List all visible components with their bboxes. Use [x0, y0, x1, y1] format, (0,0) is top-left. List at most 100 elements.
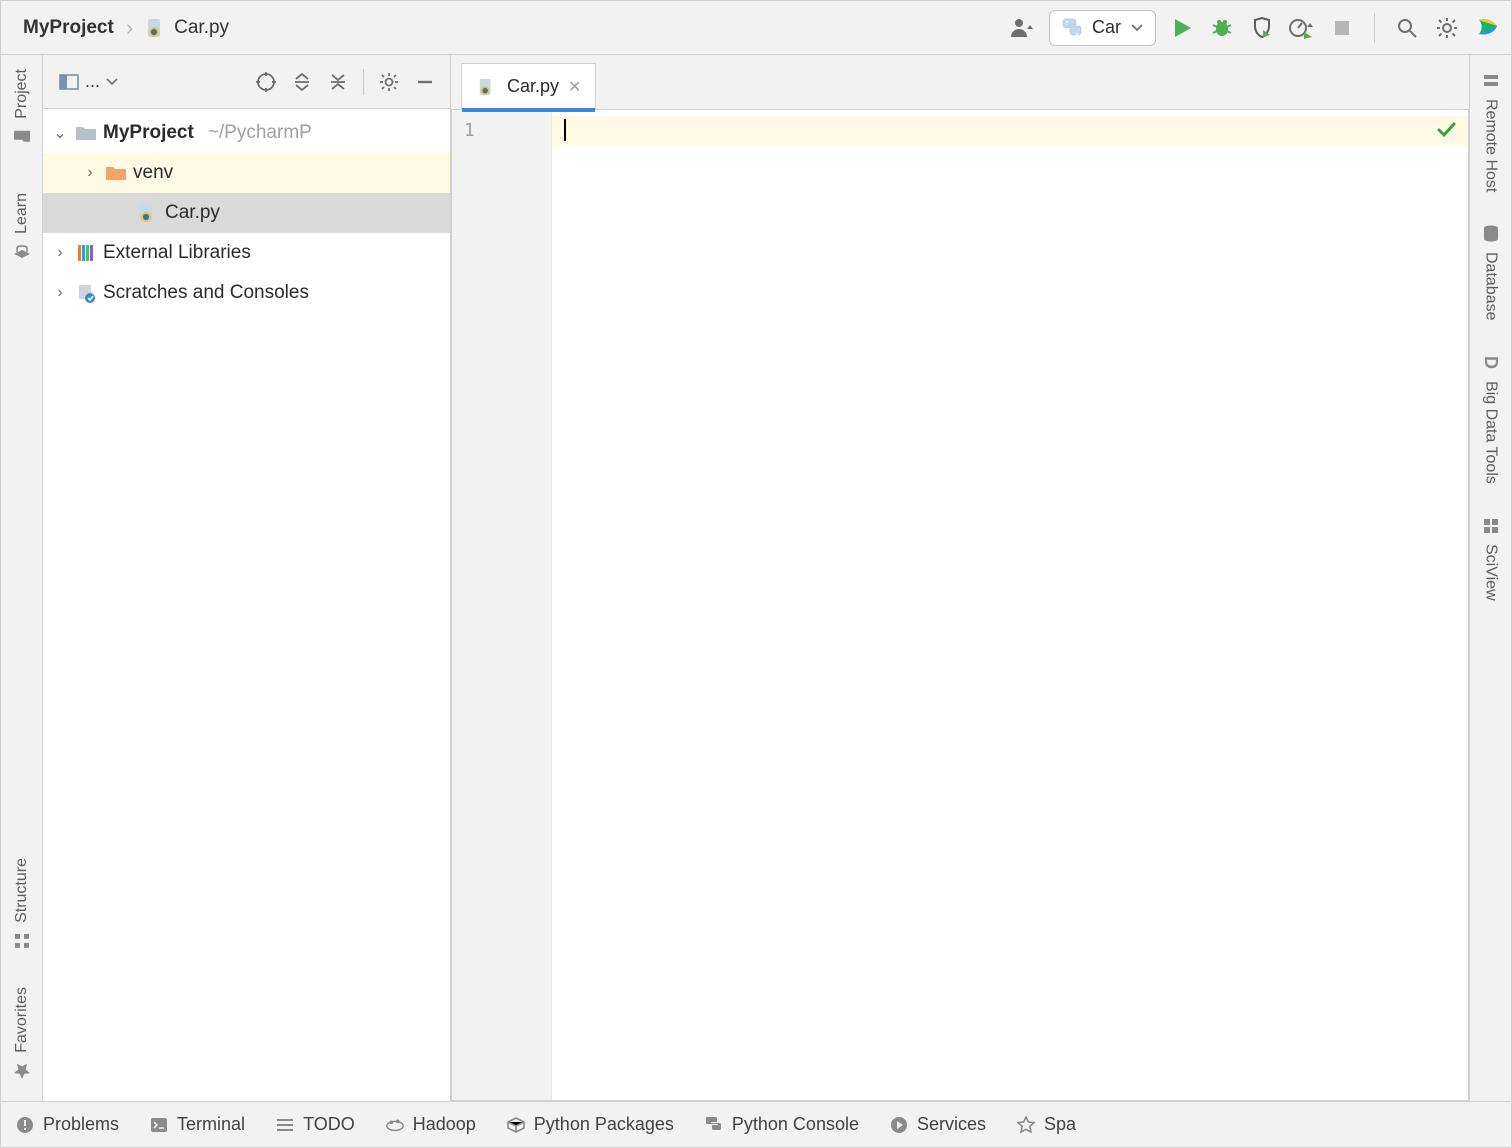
folder-icon: [75, 122, 97, 144]
status-spark-label: Spa: [1044, 1114, 1076, 1135]
project-pane: ... ⌄: [43, 55, 451, 1101]
editor-current-line[interactable]: [552, 116, 1468, 146]
tree-venv-label: venv: [133, 162, 173, 184]
profile-button[interactable]: [1288, 14, 1316, 42]
tab-favorites-label: Favorites: [13, 987, 31, 1053]
tree-scratches[interactable]: › Scratches and Consoles: [43, 273, 450, 313]
status-terminal[interactable]: Terminal: [149, 1114, 245, 1135]
terminal-icon: [149, 1115, 169, 1135]
search-everywhere-button[interactable]: [1393, 14, 1421, 42]
status-problems-label: Problems: [43, 1114, 119, 1135]
collapse-all-button[interactable]: [323, 67, 353, 97]
star-icon: [1016, 1115, 1036, 1135]
stop-button[interactable]: [1328, 14, 1356, 42]
project-view-selector[interactable]: ...: [53, 68, 124, 95]
tab-learn-label: Learn: [13, 193, 31, 234]
big-data-letter-icon: D: [1481, 353, 1501, 373]
editor-code[interactable]: [552, 110, 1468, 1100]
folder-excluded-icon: [105, 162, 127, 184]
breadcrumb-project[interactable]: MyProject: [23, 17, 114, 39]
python-icon: [704, 1115, 724, 1135]
coverage-button[interactable]: [1248, 14, 1276, 42]
right-tool-strip: Remote Host Database D Big Data Tools Sc…: [1469, 55, 1511, 1101]
layout-icon: [59, 74, 79, 90]
todo-icon: [275, 1115, 295, 1135]
breadcrumb-file-label: Car.py: [174, 17, 229, 39]
inspection-ok-icon[interactable]: [1436, 120, 1456, 140]
status-problems[interactable]: Problems: [15, 1114, 119, 1135]
tree-root[interactable]: ⌄ MyProject ~/PycharmP: [43, 113, 450, 153]
tab-big-data-tools[interactable]: D Big Data Tools: [1479, 347, 1503, 490]
status-python-packages[interactable]: Python Packages: [506, 1114, 674, 1135]
status-python-console-label: Python Console: [732, 1114, 859, 1135]
tree-file-car[interactable]: Car.py: [43, 193, 450, 233]
status-services[interactable]: Services: [889, 1114, 986, 1135]
debug-button[interactable]: [1208, 14, 1236, 42]
status-todo[interactable]: TODO: [275, 1114, 355, 1135]
services-icon: [889, 1115, 909, 1135]
star-icon: [12, 1061, 32, 1081]
tab-sciview[interactable]: SciView: [1479, 510, 1503, 607]
status-spark[interactable]: Spa: [1016, 1114, 1076, 1135]
expand-all-button[interactable]: [287, 67, 317, 97]
run-config-label: Car: [1092, 17, 1121, 38]
locate-button[interactable]: [251, 67, 281, 97]
tab-structure[interactable]: Structure: [10, 852, 34, 957]
problems-icon: [15, 1115, 35, 1135]
tab-project[interactable]: Project: [10, 63, 34, 153]
breadcrumb-file[interactable]: Car.py: [145, 17, 229, 39]
tree-file-car-label: Car.py: [165, 202, 220, 224]
breadcrumb: MyProject › Car.py: [23, 15, 229, 41]
status-terminal-label: Terminal: [177, 1114, 245, 1135]
hide-panel-button[interactable]: [410, 67, 440, 97]
tab-structure-label: Structure: [13, 858, 31, 923]
chevron-right-icon[interactable]: ›: [81, 164, 99, 182]
left-tool-strip: Project Learn Structure: [1, 55, 43, 1101]
user-button[interactable]: [1009, 14, 1037, 42]
status-services-label: Services: [917, 1114, 986, 1135]
status-hadoop[interactable]: Hadoop: [385, 1114, 476, 1135]
text-caret: [564, 119, 566, 141]
python-icon: [1062, 18, 1082, 38]
tab-remote-host-label: Remote Host: [1482, 99, 1500, 192]
tree-ext-libs[interactable]: › External Libraries: [43, 233, 450, 273]
chevron-down-icon: [1131, 22, 1143, 34]
tab-remote-host[interactable]: Remote Host: [1479, 65, 1503, 198]
tree-venv[interactable]: › venv: [43, 153, 450, 193]
editor-tab-car[interactable]: Car.py ✕: [461, 63, 596, 109]
navigation-bar: MyProject › Car.py Car: [1, 1, 1511, 55]
database-icon: [1481, 224, 1501, 244]
run-button[interactable]: [1168, 14, 1196, 42]
editor-tab-bar: Car.py ✕: [451, 55, 1469, 109]
tab-sciview-label: SciView: [1482, 544, 1500, 601]
tree-root-path: ~/PycharmP: [208, 122, 312, 144]
close-icon[interactable]: ✕: [568, 77, 581, 97]
tab-favorites[interactable]: Favorites: [10, 981, 34, 1087]
structure-icon: [12, 931, 32, 951]
python-file-icon: [145, 17, 167, 39]
chevron-right-icon[interactable]: ›: [51, 244, 69, 262]
tab-big-data-label: Big Data Tools: [1482, 381, 1500, 484]
tree-root-label: MyProject: [103, 122, 194, 144]
project-tree: ⌄ MyProject ~/PycharmP › venv Car.py: [43, 109, 450, 1101]
libraries-icon: [75, 242, 97, 264]
project-view-label: ...: [85, 71, 100, 92]
server-icon: [1481, 71, 1501, 91]
editor-body[interactable]: 1: [451, 109, 1469, 1101]
tab-database-label: Database: [1482, 252, 1500, 321]
settings-button[interactable]: [1433, 14, 1461, 42]
chevron-right-icon[interactable]: ›: [51, 284, 69, 302]
status-python-console[interactable]: Python Console: [704, 1114, 859, 1135]
hadoop-icon: [385, 1115, 405, 1135]
run-config-selector[interactable]: Car: [1049, 10, 1156, 46]
learn-icon: [12, 242, 32, 262]
tab-database[interactable]: Database: [1479, 218, 1503, 327]
status-hadoop-label: Hadoop: [413, 1114, 476, 1135]
chevron-down-icon[interactable]: ⌄: [51, 123, 69, 143]
tab-learn[interactable]: Learn: [10, 187, 34, 268]
nav-right-group: Car: [1009, 10, 1501, 46]
editor-area: Car.py ✕ 1: [451, 55, 1469, 1101]
tab-project-label: Project: [13, 69, 31, 119]
project-settings-button[interactable]: [374, 67, 404, 97]
jetbrains-space-icon[interactable]: [1473, 14, 1501, 42]
